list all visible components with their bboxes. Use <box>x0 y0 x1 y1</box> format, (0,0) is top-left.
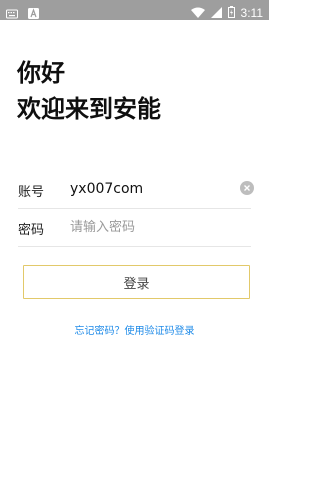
greeting-line-2: 欢迎来到安能 <box>17 95 161 123</box>
forgot-password-link[interactable]: 忘记密码？使用验证码登录 <box>0 322 269 337</box>
status-time: 3:11 <box>240 5 263 20</box>
account-row: 账号 <box>18 171 254 209</box>
a-app-icon <box>28 4 39 23</box>
signal-icon <box>210 3 222 22</box>
status-bar: 3:11 <box>0 0 269 20</box>
greeting: 你好 欢迎来到安能 <box>17 55 161 127</box>
wifi-icon <box>190 3 205 22</box>
password-input[interactable] <box>70 217 230 237</box>
keyboard-icon <box>6 4 18 23</box>
login-button-label: 登录 <box>123 276 150 292</box>
password-row: 密码 <box>18 209 251 247</box>
account-label: 账号 <box>18 185 45 200</box>
clear-icon[interactable] <box>240 181 254 195</box>
greeting-line-1: 你好 <box>17 59 65 87</box>
battery-icon <box>227 3 235 22</box>
account-input[interactable] <box>70 179 230 199</box>
password-label: 密码 <box>18 223 45 238</box>
login-button[interactable]: 登录 <box>23 265 250 299</box>
